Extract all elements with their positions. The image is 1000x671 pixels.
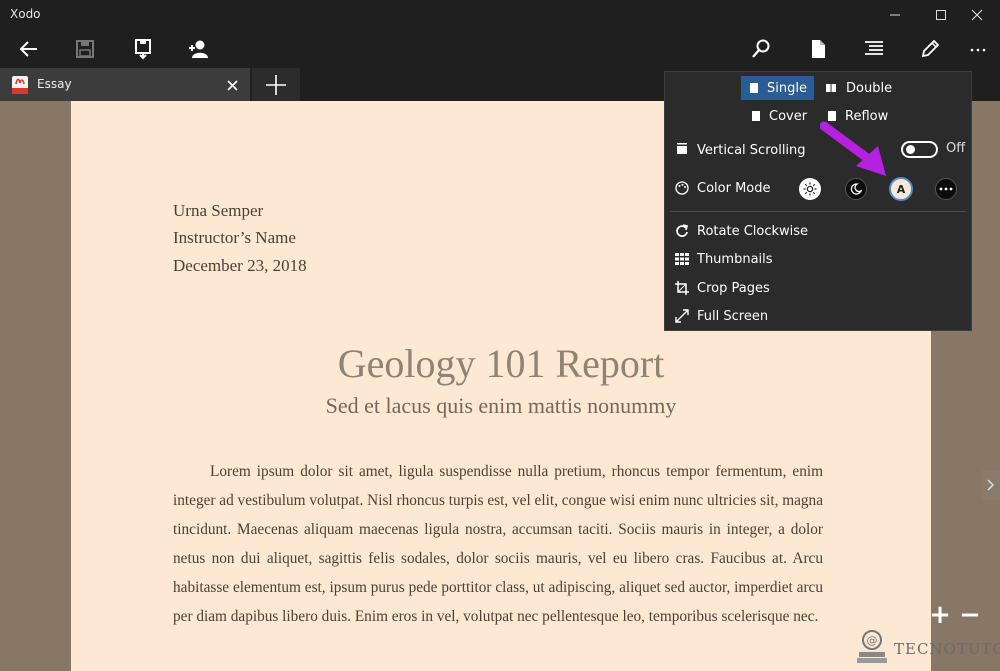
share-user-icon [189, 40, 208, 58]
close-icon [226, 79, 238, 91]
tab-essay[interactable]: Essay [0, 68, 250, 101]
view-mode-button[interactable] [802, 33, 834, 65]
search-button[interactable] [745, 33, 777, 65]
rotate-clockwise-label: Rotate Clockwise [697, 223, 809, 239]
sun-icon [803, 182, 817, 196]
document-date: December 23, 2018 [173, 256, 307, 275]
thumbnails-button[interactable]: Thumbnails [675, 247, 773, 271]
color-mode-label: Color Mode [697, 180, 771, 196]
search-icon [752, 39, 770, 58]
instructor-name: Instructor’s Name [173, 228, 296, 247]
minimize-button[interactable] [872, 0, 918, 30]
side-panel-handle[interactable] [982, 470, 1000, 500]
custom-color-letter: A [896, 182, 906, 196]
save-as-button[interactable] [127, 33, 159, 65]
minimize-icon [890, 14, 900, 16]
night-mode-button[interactable] [845, 178, 867, 200]
outline-icon [865, 41, 883, 55]
toggle-knob [906, 145, 915, 154]
vertical-scrolling-label: Vertical Scrolling [697, 142, 806, 158]
cover-label: Cover [769, 108, 808, 124]
rotate-clockwise-icon [676, 224, 688, 237]
double-label: Double [846, 80, 893, 96]
new-tab-button[interactable] [252, 68, 300, 101]
color-mode-row: Color Mode [675, 176, 771, 200]
palette-icon [675, 181, 689, 195]
flyout-divider [670, 211, 966, 212]
outline-button[interactable] [858, 33, 890, 65]
document-subtitle: Sed et lacus quis enim mattis nonummy [325, 393, 677, 418]
page-icon [750, 83, 758, 93]
tab-close-button[interactable] [222, 75, 242, 95]
double-page-button[interactable]: Double [816, 76, 901, 100]
back-button[interactable] [13, 33, 45, 65]
share-button[interactable] [182, 33, 214, 65]
tecnotuto-logo-icon: @ [857, 630, 887, 663]
document-title: Geology 101 Report [337, 341, 665, 386]
single-label: Single [767, 80, 807, 96]
chevron-right-icon [987, 479, 995, 491]
back-arrow-icon [19, 41, 37, 57]
annotate-button[interactable] [914, 33, 946, 65]
vertical-scrolling-toggle[interactable] [901, 141, 938, 158]
toolbar [0, 30, 1000, 68]
custom-color-button[interactable]: A [889, 177, 913, 201]
thumbnails-label: Thumbnails [697, 251, 773, 267]
view-settings-flyout: Single Double Cover Reflow Vertical Scro… [664, 71, 972, 331]
app-title: Xodo [10, 7, 41, 21]
single-page-button[interactable]: Single [741, 76, 814, 100]
grid-icon [675, 253, 689, 265]
close-window-button[interactable] [954, 0, 1000, 30]
vertical-scrolling-row: Vertical Scrolling [675, 138, 806, 162]
full-screen-label: Full Screen [697, 308, 769, 324]
save-icon [76, 40, 94, 58]
double-page-icon [826, 84, 836, 92]
pen-icon [921, 39, 940, 58]
page-icon [812, 40, 825, 58]
more-colors-button[interactable] [935, 178, 957, 200]
expand-icon [675, 309, 689, 323]
crop-icon [675, 281, 689, 295]
scroll-page-icon [677, 143, 687, 154]
plus-icon [266, 74, 286, 95]
crop-pages-label: Crop Pages [697, 280, 770, 296]
rotate-clockwise-button[interactable]: Rotate Clockwise [675, 219, 808, 243]
save-button[interactable] [69, 33, 101, 65]
vertical-scrolling-state: Off [946, 141, 966, 156]
document-body: Lorem ipsum dolor sit amet, ligula suspe… [173, 463, 823, 625]
full-screen-button[interactable]: Full Screen [675, 304, 768, 328]
title-bar: Xodo [0, 0, 1000, 30]
moon-icon [850, 183, 862, 195]
author-name: Urna Semper [173, 201, 264, 220]
day-mode-button[interactable] [799, 178, 821, 200]
crop-pages-button[interactable]: Crop Pages [675, 276, 770, 300]
maximize-icon [936, 10, 946, 20]
annotation-arrow-icon [820, 121, 886, 176]
close-icon [971, 9, 983, 21]
svg-text:@: @ [867, 634, 878, 647]
tab-label: Essay [37, 77, 72, 91]
more-icon [970, 48, 986, 52]
cover-page-button[interactable]: Cover [743, 104, 816, 128]
watermark-text: TECNOTUTO [894, 640, 1000, 658]
watermark: @ TECNOTUTO [848, 622, 1000, 671]
pdf-file-icon [12, 76, 28, 94]
page-icon [752, 111, 760, 121]
more-options-button[interactable] [962, 33, 994, 65]
more-icon [939, 187, 953, 191]
save-as-icon [135, 39, 151, 60]
